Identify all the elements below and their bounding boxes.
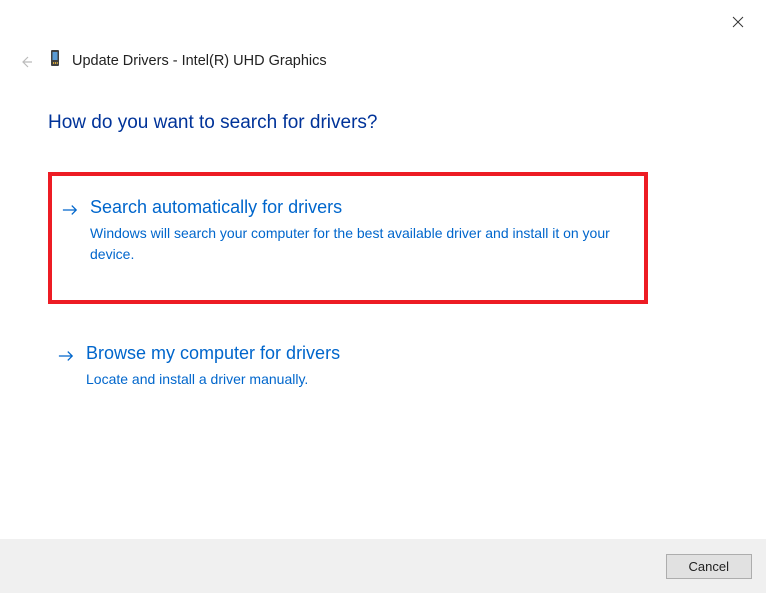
option-title: Search automatically for drivers (90, 196, 634, 219)
option-description: Windows will search your computer for th… (90, 223, 634, 264)
option-title: Browse my computer for drivers (86, 342, 638, 365)
arrow-right-icon (62, 202, 78, 218)
dialog-footer: Cancel (0, 539, 766, 593)
dialog-header: Update Drivers - Intel(R) UHD Graphics (48, 48, 327, 73)
back-arrow-icon (19, 55, 33, 69)
options-list: Search automatically for drivers Windows… (48, 172, 648, 414)
page-heading: How do you want to search for drivers? (48, 112, 378, 134)
close-icon (732, 16, 744, 28)
option-description: Locate and install a driver manually. (86, 369, 638, 389)
cancel-button[interactable]: Cancel (666, 554, 752, 579)
back-button (16, 52, 36, 72)
dialog-title: Update Drivers - Intel(R) UHD Graphics (72, 53, 327, 69)
option-content: Search automatically for drivers Windows… (90, 196, 634, 264)
close-button[interactable] (728, 12, 748, 32)
device-icon (48, 48, 62, 73)
option-browse-computer[interactable]: Browse my computer for drivers Locate an… (48, 324, 648, 414)
arrow-right-icon (58, 348, 74, 364)
option-content: Browse my computer for drivers Locate an… (86, 342, 638, 390)
option-search-automatically[interactable]: Search automatically for drivers Windows… (48, 172, 648, 304)
